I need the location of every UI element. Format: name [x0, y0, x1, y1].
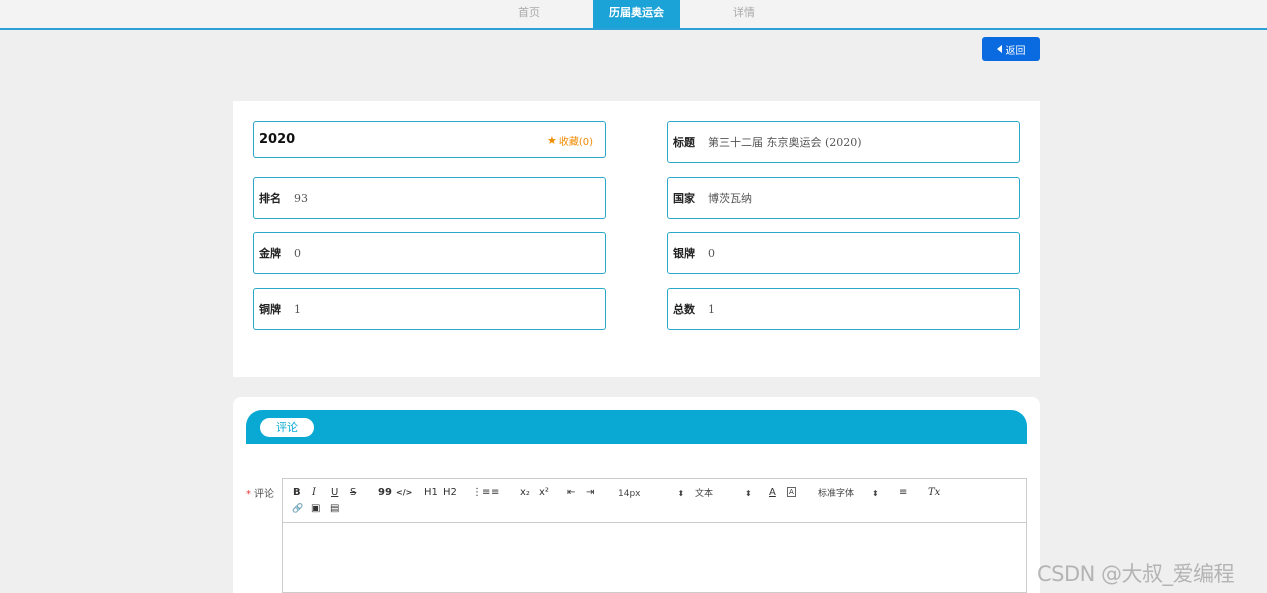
strike-button[interactable]: S — [350, 487, 356, 499]
link-button[interactable]: 🔗 — [292, 503, 303, 515]
back-button-label: 返回 — [1005, 45, 1026, 57]
underline-button[interactable]: U — [331, 487, 338, 499]
top-nav: 首页 历届奥运会 详情 — [0, 0, 1267, 30]
total-field: 总数 1 — [667, 288, 1020, 330]
bold-button[interactable]: B — [293, 487, 301, 499]
total-label: 总数 — [673, 303, 695, 316]
total-value: 1 — [708, 302, 715, 316]
quote-button[interactable]: 99 — [378, 487, 392, 499]
h1-button[interactable]: H1 — [424, 487, 438, 499]
country-label: 国家 — [673, 192, 695, 205]
format-select-value: 文本 — [695, 489, 714, 499]
font-select-value: 标准字体 — [818, 489, 855, 499]
size-select-value: 14px — [618, 489, 641, 499]
comment-label-text: 评论 — [254, 489, 274, 500]
comment-label: * 评论 — [246, 485, 274, 500]
year-value: 2020 — [259, 132, 296, 147]
title-field: 标题 第三十二届 东京奥运会 (2020) — [667, 121, 1020, 163]
editor-content[interactable] — [283, 523, 1026, 592]
font-color-button[interactable]: A — [769, 487, 776, 499]
clear-format-button[interactable]: Tx — [928, 487, 940, 499]
bronze-label: 铜牌 — [259, 303, 281, 316]
silver-field: 银牌 0 — [667, 232, 1020, 274]
detail-card: 2020 ★ 收藏(0) 标题 第三十二届 东京奥运会 (2020) 排名 93… — [233, 101, 1040, 377]
font-select[interactable]: 标准字体 ⬍ — [818, 488, 879, 500]
year-box: 2020 ★ 收藏(0) — [253, 121, 606, 158]
bronze-field: 铜牌 1 — [253, 288, 606, 330]
code-button[interactable]: </> — [396, 487, 412, 499]
editor-toolbar: B I U S 99 </> H1 H2 ⋮≡ ≡ x₂ x² ⇤ ⇥ 14px… — [283, 479, 1026, 523]
back-button[interactable]: 返回 — [982, 37, 1040, 61]
image-button[interactable]: ▣ — [311, 503, 320, 515]
italic-button[interactable]: I — [312, 487, 316, 499]
rank-label: 排名 — [259, 192, 281, 205]
video-button[interactable]: ▤ — [330, 503, 339, 515]
caret-left-icon — [996, 45, 1002, 53]
title-label: 标题 — [673, 136, 695, 149]
nav-olympics[interactable]: 历届奥运会 — [593, 0, 680, 28]
gold-value: 0 — [294, 246, 301, 260]
silver-value: 0 — [708, 246, 715, 260]
rank-value: 93 — [294, 191, 308, 205]
comment-editor: B I U S 99 </> H1 H2 ⋮≡ ≡ x₂ x² ⇤ ⇥ 14px… — [282, 478, 1027, 593]
h2-button[interactable]: H2 — [443, 487, 457, 499]
bronze-value: 1 — [294, 302, 301, 316]
outdent-button[interactable]: ⇤ — [567, 487, 575, 499]
ordered-list-button[interactable]: ⋮≡ — [472, 487, 490, 499]
country-field: 国家 博茨瓦纳 — [667, 177, 1020, 219]
required-marker: * — [246, 489, 251, 500]
indent-button[interactable]: ⇥ — [586, 487, 594, 499]
select-arrow-icon: ⬍ — [745, 489, 752, 498]
subscript-button[interactable]: x₂ — [520, 487, 530, 499]
favorite-label: 收藏(0) — [558, 137, 593, 148]
select-arrow-icon: ⬍ — [677, 489, 685, 498]
size-select[interactable]: 14px ⬍ — [618, 488, 684, 500]
favorite-button[interactable]: ★ 收藏(0) — [547, 133, 593, 148]
gold-label: 金牌 — [259, 247, 281, 260]
title-value: 第三十二届 东京奥运会 (2020) — [708, 136, 862, 149]
gold-field: 金牌 0 — [253, 232, 606, 274]
rank-field: 排名 93 — [253, 177, 606, 219]
comment-card: 评论 * 评论 B I U S 99 </> H1 H2 ⋮≡ ≡ x₂ x² ⇤… — [233, 397, 1040, 593]
comment-tab[interactable]: 评论 — [260, 418, 314, 437]
background-color-button[interactable]: A — [787, 487, 796, 497]
format-select[interactable]: 文本 ⬍ — [695, 488, 752, 500]
star-icon: ★ — [546, 134, 557, 147]
nav-detail[interactable]: 详情 — [715, 0, 773, 28]
comment-header: 评论 — [246, 410, 1027, 444]
superscript-button[interactable]: x² — [539, 487, 549, 499]
silver-label: 银牌 — [673, 247, 695, 260]
align-button[interactable]: ≡ — [899, 487, 907, 499]
country-value: 博茨瓦纳 — [708, 192, 752, 205]
select-arrow-icon: ⬍ — [872, 489, 879, 498]
nav-home[interactable]: 首页 — [500, 0, 558, 28]
bullet-list-button[interactable]: ≡ — [491, 487, 499, 499]
watermark: CSDN @大叔_爱编程 — [1037, 562, 1235, 586]
